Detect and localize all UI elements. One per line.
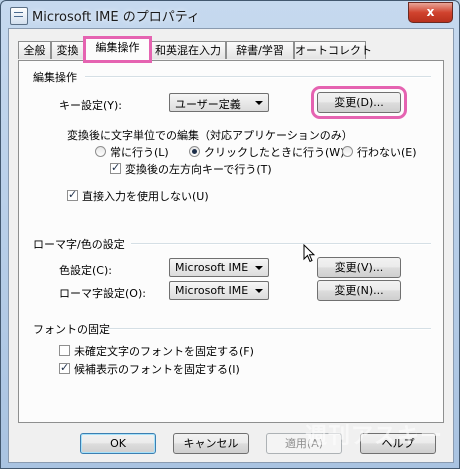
- change-romaji-button[interactable]: 変更(N)...: [317, 280, 401, 301]
- radio-never[interactable]: [342, 146, 353, 157]
- chevron-down-icon: [255, 289, 263, 293]
- tab-conversion[interactable]: 変換: [51, 41, 84, 59]
- post-convert-label: 変換後に文字単位での編集（対応アプリケーションのみ）: [67, 129, 353, 142]
- key-setting-dropdown[interactable]: ユーザー定義: [169, 93, 269, 112]
- candidate-font-label: 候補表示のフォントを固定する(I): [74, 363, 240, 376]
- color-setting-dropdown[interactable]: Microsoft IME: [169, 258, 269, 277]
- window-title: Microsoft IME のプロパティ: [32, 10, 200, 25]
- key-setting-value: ユーザー定義: [175, 98, 241, 111]
- tab-panel: 編集操作 キー設定(Y): ユーザー定義 変更(D)... 変換後に文字単位での…: [18, 60, 444, 423]
- tab-mixed-input[interactable]: 和英混在入力: [150, 41, 226, 59]
- direct-input-label: 直接入力を使用しない(U): [82, 190, 209, 203]
- unconfirmed-font-label: 未確定文字のフォントを固定する(F): [74, 345, 254, 358]
- radio-on-click[interactable]: [189, 146, 200, 157]
- mouse-cursor-icon: [303, 244, 315, 263]
- ok-button[interactable]: OK: [80, 433, 156, 454]
- close-button[interactable]: x: [408, 2, 453, 23]
- color-setting-label: 色設定(C):: [59, 264, 112, 277]
- change-color-button[interactable]: 変更(V)...: [317, 257, 401, 278]
- left-arrow-checkbox[interactable]: [110, 161, 121, 174]
- radio-on-click-label: クリックしたときに行う(W): [204, 146, 345, 159]
- direct-input-checkbox[interactable]: [67, 188, 78, 201]
- dialog-client: 全般 変換 編集操作 和英混在入力 辞書/学習 オートコレクト 編集操作 キー設…: [8, 28, 454, 463]
- romaji-setting-dropdown[interactable]: Microsoft IME: [169, 281, 269, 300]
- cancel-button[interactable]: キャンセル: [173, 433, 249, 454]
- section-title-edit: 編集操作: [33, 71, 77, 84]
- tab-general[interactable]: 全般: [18, 41, 51, 59]
- separator: [85, 76, 431, 78]
- separator: [131, 243, 431, 245]
- section-title-font: フォントの固定: [33, 323, 110, 336]
- tab-edit-operations[interactable]: 編集操作: [83, 36, 152, 63]
- title-bar[interactable]: Microsoft IME のプロパティ x: [1, 1, 459, 28]
- key-setting-label: キー設定(Y):: [59, 99, 123, 112]
- chevron-down-icon: [255, 101, 263, 105]
- radio-never-label: 行わない(E): [357, 146, 417, 159]
- separator: [105, 328, 431, 330]
- romaji-setting-label: ローマ字設定(O):: [59, 287, 146, 300]
- unconfirmed-font-checkbox[interactable]: [59, 345, 70, 356]
- tab-autocorrect[interactable]: オートコレクト: [294, 41, 372, 59]
- color-setting-value: Microsoft IME: [175, 261, 249, 274]
- watermark-logo: 週刊アスキー: [304, 424, 443, 449]
- dialog-window: Microsoft IME のプロパティ x 全般 変換 編集操作 和英混在入力…: [0, 0, 460, 469]
- chevron-down-icon: [255, 266, 263, 270]
- radio-always-label: 常に行う(L): [110, 146, 169, 159]
- candidate-font-checkbox[interactable]: [59, 361, 70, 374]
- change-key-button[interactable]: 変更(D)...: [311, 86, 407, 119]
- tab-dictionary[interactable]: 辞書/学習: [226, 41, 294, 59]
- left-arrow-label: 変換後の左方向キーで行う(T): [125, 163, 272, 176]
- romaji-setting-value: Microsoft IME: [175, 284, 249, 297]
- app-icon: [10, 7, 28, 25]
- section-title-romaji: ローマ字/色の設定: [33, 238, 125, 251]
- radio-always[interactable]: [95, 146, 106, 157]
